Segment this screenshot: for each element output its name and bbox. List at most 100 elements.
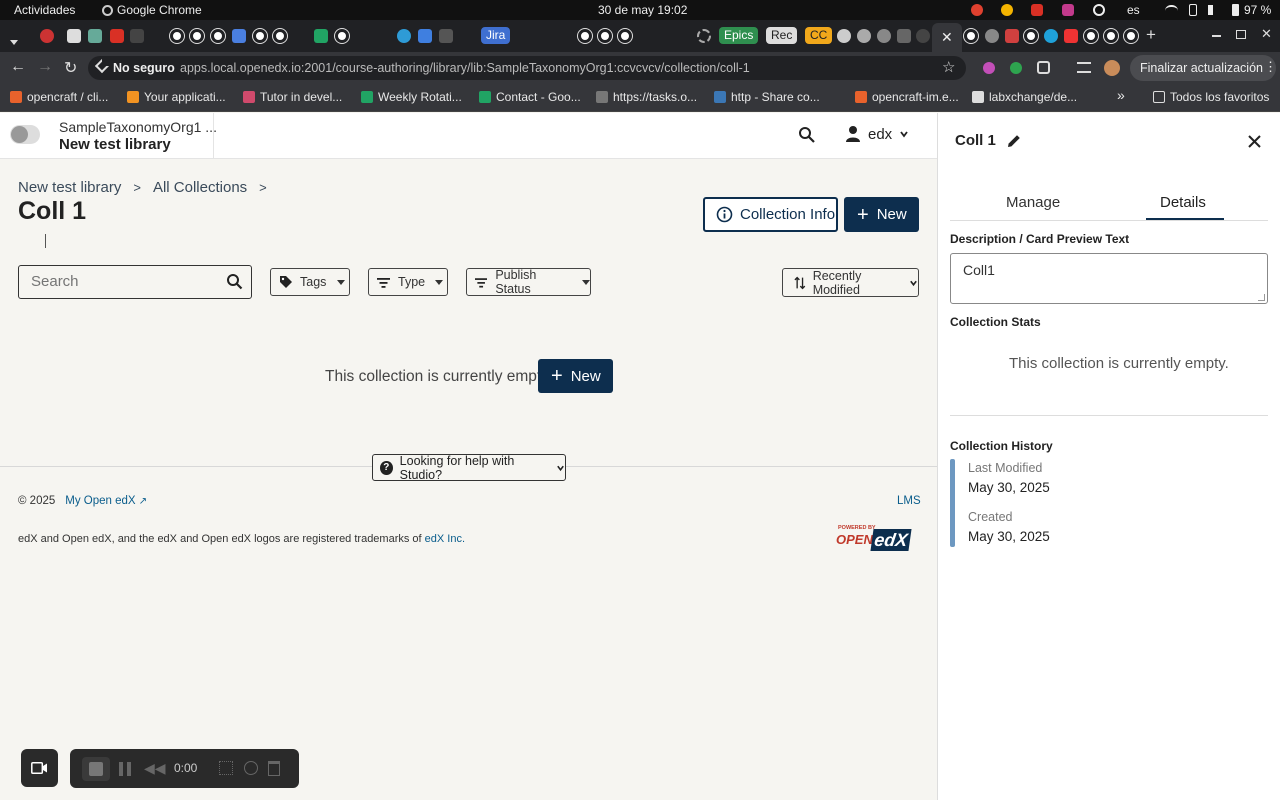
- tray-app-icon[interactable]: [971, 4, 983, 16]
- sort-dropdown[interactable]: Recently Modified: [782, 268, 919, 297]
- github-icon[interactable]: [1084, 29, 1098, 43]
- search-field[interactable]: [18, 265, 252, 299]
- resize-handle-icon[interactable]: [1258, 294, 1265, 301]
- github-icon[interactable]: [253, 29, 267, 43]
- github-icon[interactable]: [618, 29, 632, 43]
- bookmark-item[interactable]: Your applicati...: [127, 90, 226, 104]
- powered-by-open-edx-logo[interactable]: POWERED BY OPEN edX: [836, 525, 914, 553]
- all-bookmarks-folder[interactable]: Todos los favoritos: [1153, 90, 1269, 104]
- more-bookmarks-icon[interactable]: »: [1117, 87, 1125, 103]
- close-icon[interactable]: [1248, 135, 1261, 148]
- sheets-icon[interactable]: [314, 29, 328, 43]
- tab-manage[interactable]: Manage: [1006, 194, 1060, 211]
- docs-icon[interactable]: [418, 29, 432, 43]
- forward-icon[interactable]: →: [37, 58, 53, 76]
- pause-icon[interactable]: [119, 762, 131, 776]
- github-icon[interactable]: [335, 29, 349, 43]
- github-icon[interactable]: [964, 29, 978, 43]
- github-icon[interactable]: [1104, 29, 1118, 43]
- tab-favicon-icon[interactable]: [1044, 29, 1058, 43]
- address-bar[interactable]: No seguro apps.local.openedx.io:2001/cou…: [88, 56, 966, 80]
- bookmark-item[interactable]: https://tasks.o...: [596, 90, 697, 104]
- keyboard-language[interactable]: es: [1127, 3, 1140, 17]
- extensions-puzzle-icon[interactable]: [1037, 61, 1050, 74]
- profile-avatar[interactable]: [1104, 60, 1120, 76]
- active-app[interactable]: Google Chrome: [102, 3, 202, 17]
- maximize-icon[interactable]: [1236, 30, 1246, 39]
- tab-epics[interactable]: Epics: [719, 27, 759, 44]
- github-icon[interactable]: [1124, 29, 1138, 43]
- bookmark-item[interactable]: opencraft-im.e...: [855, 90, 959, 104]
- tab-favicon-icon[interactable]: [877, 29, 891, 43]
- new-tab-icon[interactable]: +: [1146, 25, 1156, 45]
- edit-pencil-icon[interactable]: [1006, 133, 1022, 149]
- network-icon[interactable]: [1165, 5, 1178, 15]
- tray-power-icon[interactable]: [1093, 4, 1105, 16]
- tags-filter[interactable]: Tags: [270, 268, 350, 296]
- tab-favicon-icon[interactable]: [857, 29, 871, 43]
- bookmark-item[interactable]: Tutor in devel...: [243, 90, 342, 104]
- update-button[interactable]: Finalizar actualización ⋮: [1130, 55, 1277, 81]
- active-tab[interactable]: ✕: [932, 23, 962, 52]
- tab-favicon-icon[interactable]: [1005, 29, 1019, 43]
- camera-toggle[interactable]: [21, 749, 58, 787]
- brand-toggle-logo[interactable]: [10, 125, 40, 144]
- warning-icon[interactable]: [94, 58, 110, 74]
- github-icon[interactable]: [273, 29, 287, 43]
- media-control-icon[interactable]: [1077, 62, 1091, 73]
- translate-icon[interactable]: [232, 29, 246, 43]
- loading-icon[interactable]: [697, 29, 711, 43]
- bookmark-item[interactable]: labxchange/de...: [972, 90, 1077, 104]
- url-text[interactable]: apps.local.openedx.io:2001/course-author…: [180, 61, 750, 75]
- bookmark-star-icon[interactable]: ☆: [942, 58, 955, 76]
- bookmark-item[interactable]: Weekly Rotati...: [361, 90, 462, 104]
- bluetooth-icon[interactable]: [1189, 4, 1197, 16]
- empty-new-button[interactable]: + New: [538, 359, 613, 393]
- close-window-icon[interactable]: ✕: [1261, 26, 1272, 42]
- search-icon[interactable]: [226, 273, 243, 290]
- tab-favicon-icon[interactable]: [110, 29, 124, 43]
- tray-chrome-icon[interactable]: [1001, 4, 1013, 16]
- search-icon[interactable]: [798, 126, 816, 144]
- edx-inc-link[interactable]: edX Inc.: [425, 533, 465, 545]
- new-button[interactable]: + New: [844, 197, 919, 232]
- publish-status-filter[interactable]: Publish Status: [466, 268, 591, 296]
- react-icon[interactable]: [397, 29, 411, 43]
- kebab-menu-icon[interactable]: ⋮: [1264, 59, 1277, 75]
- tab-search-chevron-icon[interactable]: [10, 32, 18, 50]
- collection-info-button[interactable]: Collection Info: [703, 197, 838, 232]
- extension-icon[interactable]: [983, 62, 995, 74]
- tab-favicon-icon[interactable]: [130, 29, 144, 43]
- clock[interactable]: 30 de may 19:02: [598, 3, 687, 17]
- activities-button[interactable]: Actividades: [14, 3, 75, 17]
- github-icon[interactable]: [578, 29, 592, 43]
- close-tab-icon[interactable]: ✕: [941, 29, 953, 46]
- description-textarea[interactable]: Coll1: [950, 253, 1268, 304]
- rewind-icon[interactable]: ◀◀: [144, 760, 166, 777]
- search-input[interactable]: [31, 273, 211, 290]
- bookmark-item[interactable]: Contact - Goo...: [479, 90, 581, 104]
- tab-favicon-icon[interactable]: [916, 29, 930, 43]
- minimize-icon[interactable]: [1212, 35, 1221, 37]
- tray-slack-icon[interactable]: [1062, 4, 1074, 16]
- back-icon[interactable]: ←: [10, 58, 26, 76]
- type-filter[interactable]: Type: [368, 268, 448, 296]
- battery-icon[interactable]: [1232, 4, 1239, 16]
- tab-favicon-icon[interactable]: [1064, 29, 1078, 43]
- extension-icon[interactable]: [1010, 62, 1022, 74]
- tab-favicon-icon[interactable]: [985, 29, 999, 43]
- github-icon[interactable]: [1024, 29, 1038, 43]
- help-dropdown[interactable]: ? Looking for help with Studio?: [372, 454, 566, 482]
- breadcrumb-library-link[interactable]: New test library: [18, 179, 121, 196]
- breadcrumb-collections-link[interactable]: All Collections: [153, 179, 247, 196]
- bookmark-item[interactable]: opencraft / cli...: [10, 90, 108, 104]
- tab-favicon-icon[interactable]: [439, 29, 453, 43]
- stop-button[interactable]: [82, 757, 110, 781]
- reload-icon[interactable]: ↻: [64, 58, 77, 78]
- trash-icon[interactable]: [268, 761, 280, 776]
- tab-favicon-icon[interactable]: [837, 29, 851, 43]
- volume-icon[interactable]: [1208, 5, 1220, 15]
- lms-link[interactable]: LMS: [897, 495, 921, 507]
- tab-favicon-icon[interactable]: [88, 29, 102, 43]
- github-icon[interactable]: [211, 29, 225, 43]
